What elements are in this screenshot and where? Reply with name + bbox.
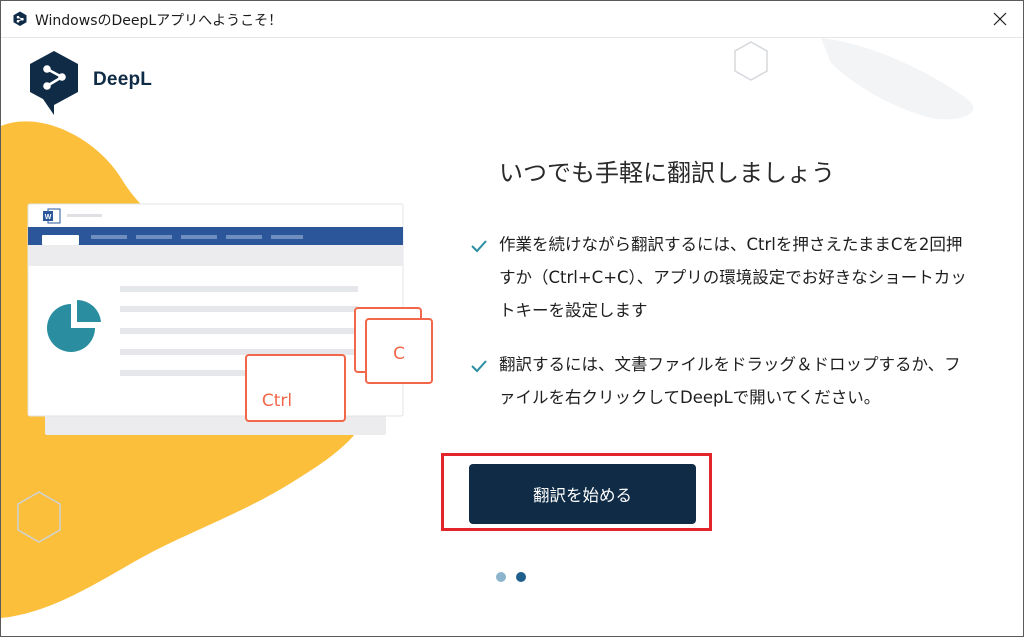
close-icon xyxy=(993,12,1007,26)
feature-bullet-shortcut: 作業を続けながら翻訳するには、Ctrlを押さえたままCを2回押すか（Ctrl+C… xyxy=(469,234,979,334)
welcome-window: WindowsのDeepLアプリへようこそ！ DeepL W C Ctrl いつ… xyxy=(0,0,1024,637)
word-doc-icon: W xyxy=(43,208,61,224)
shortcut-illustration: W C Ctrl xyxy=(27,203,433,435)
bullet-text: 翻訳するには、文書ファイルをドラッグ＆ドロップするか、ファイルを右クリックしてD… xyxy=(499,355,961,407)
title-bar: WindowsのDeepLアプリへようこそ！ xyxy=(1,1,1023,38)
key-ctrl-illustration: Ctrl xyxy=(245,354,346,422)
hexagon-icon xyxy=(734,41,768,81)
key-c-illustration: C xyxy=(365,318,433,384)
deepl-app-icon xyxy=(13,11,27,26)
welcome-content: DeepL W C Ctrl いつでも手軽に翻訳しましょう 作業を続けながら翻訳… xyxy=(1,38,1023,636)
feature-bullet-file: 翻訳するには、文書ファイルをドラッグ＆ドロップするか、ファイルを右クリックしてD… xyxy=(469,354,979,424)
check-icon xyxy=(471,240,487,253)
start-translating-button[interactable]: 翻訳を始める xyxy=(469,464,696,524)
svg-text:Ctrl: Ctrl xyxy=(262,391,292,411)
svg-text:W: W xyxy=(45,214,52,221)
pagination-dots xyxy=(496,572,526,582)
check-icon xyxy=(471,360,487,373)
svg-text:C: C xyxy=(393,344,405,364)
pagination-dot[interactable] xyxy=(496,572,506,582)
page-headline: いつでも手軽に翻訳しましょう xyxy=(499,159,835,188)
close-button[interactable] xyxy=(977,1,1023,37)
window-title: WindowsのDeepLアプリへようこそ！ xyxy=(35,13,283,29)
bullet-text: 作業を続けながら翻訳するには、Ctrlを押さえたままCを2回押すか（Ctrl+C… xyxy=(499,235,967,320)
pagination-dot-active[interactable] xyxy=(516,572,526,582)
